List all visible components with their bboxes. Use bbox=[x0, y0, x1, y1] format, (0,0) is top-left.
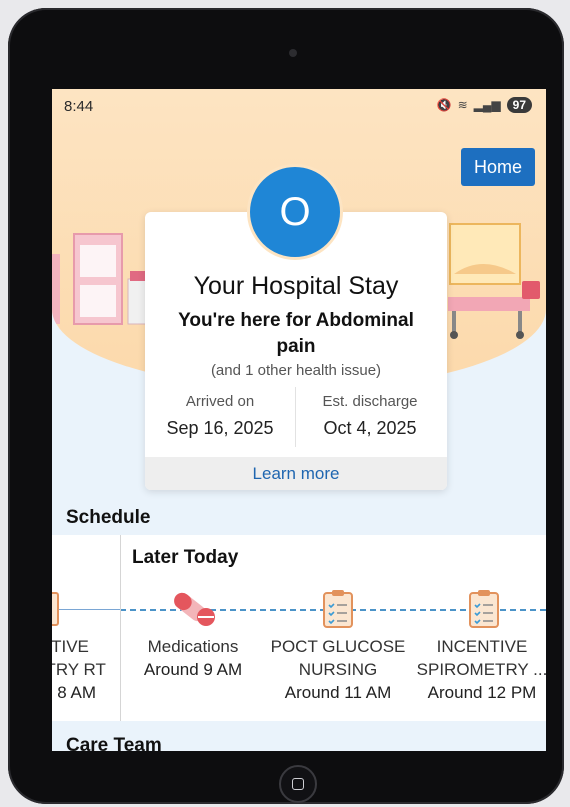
home-square-icon bbox=[292, 778, 304, 790]
now-divider bbox=[120, 535, 121, 721]
discharge-label: Est. discharge bbox=[322, 393, 418, 410]
battery-badge: 97 bbox=[506, 97, 532, 113]
schedule-item-past[interactable]: TIVE ETRY RT 8 AM bbox=[52, 635, 118, 704]
home-button[interactable]: Home bbox=[461, 148, 535, 186]
app-screen: 8:44 🔇 ≋ ▂▄▆ 97 Home Your Hospital Stay … bbox=[52, 89, 546, 751]
timeline-past-line bbox=[52, 609, 120, 610]
avatar: O bbox=[247, 164, 343, 260]
other-issues: (and 1 other health issue) bbox=[210, 362, 382, 379]
status-bar: 8:44 🔇 ≋ ▂▄▆ 97 bbox=[52, 89, 546, 123]
schedule-timeline[interactable]: Later Today TIVE ETRY RT 8 AM Medica bbox=[52, 535, 546, 721]
schedule-title: Schedule bbox=[66, 507, 151, 528]
arrived-date: Sep 16, 2025 bbox=[166, 418, 274, 438]
status-time: 8:44 bbox=[64, 98, 94, 115]
arrived-label: Arrived on bbox=[185, 393, 255, 410]
pill-icon bbox=[174, 592, 215, 626]
discharge-date: Oct 4, 2025 bbox=[323, 418, 417, 438]
schedule-item-incentive-spirometry[interactable]: INCENTIVE SPIROMETRY ... Around 12 PM bbox=[412, 635, 546, 704]
discharge-column: Est. discharge Oct 4, 2025 bbox=[295, 393, 445, 439]
clipboard-icon bbox=[323, 590, 353, 628]
tablet-frame: 8:44 🔇 ≋ ▂▄▆ 97 Home Your Hospital Stay … bbox=[8, 8, 564, 804]
clipboard-icon bbox=[469, 590, 499, 628]
stay-reason: You're here for Abdominal pain bbox=[178, 310, 414, 357]
stay-dates: Arrived on Sep 16, 2025 Est. discharge O… bbox=[145, 387, 447, 447]
schedule-item-medications[interactable]: Medications Around 9 AM bbox=[132, 635, 254, 681]
device-home-button[interactable] bbox=[279, 765, 317, 803]
schedule-item-poct-glucose[interactable]: POCT GLUCOSE NURSING Around 11 AM bbox=[262, 635, 414, 704]
learn-more-link[interactable]: Learn more bbox=[145, 457, 447, 490]
later-today-label: Later Today bbox=[132, 547, 239, 568]
signal-icon: ▂▄▆ bbox=[473, 98, 501, 112]
wifi-icon: ≋ bbox=[457, 98, 468, 112]
clipboard-icon bbox=[52, 592, 59, 626]
arrived-column: Arrived on Sep 16, 2025 bbox=[145, 393, 295, 439]
status-icons: 🔇 ≋ ▂▄▆ 97 bbox=[437, 97, 532, 113]
mute-icon: 🔇 bbox=[436, 98, 452, 112]
care-team-title: Care Team bbox=[66, 735, 162, 751]
camera-dot bbox=[289, 49, 297, 57]
stay-title: Your Hospital Stay bbox=[193, 272, 399, 300]
